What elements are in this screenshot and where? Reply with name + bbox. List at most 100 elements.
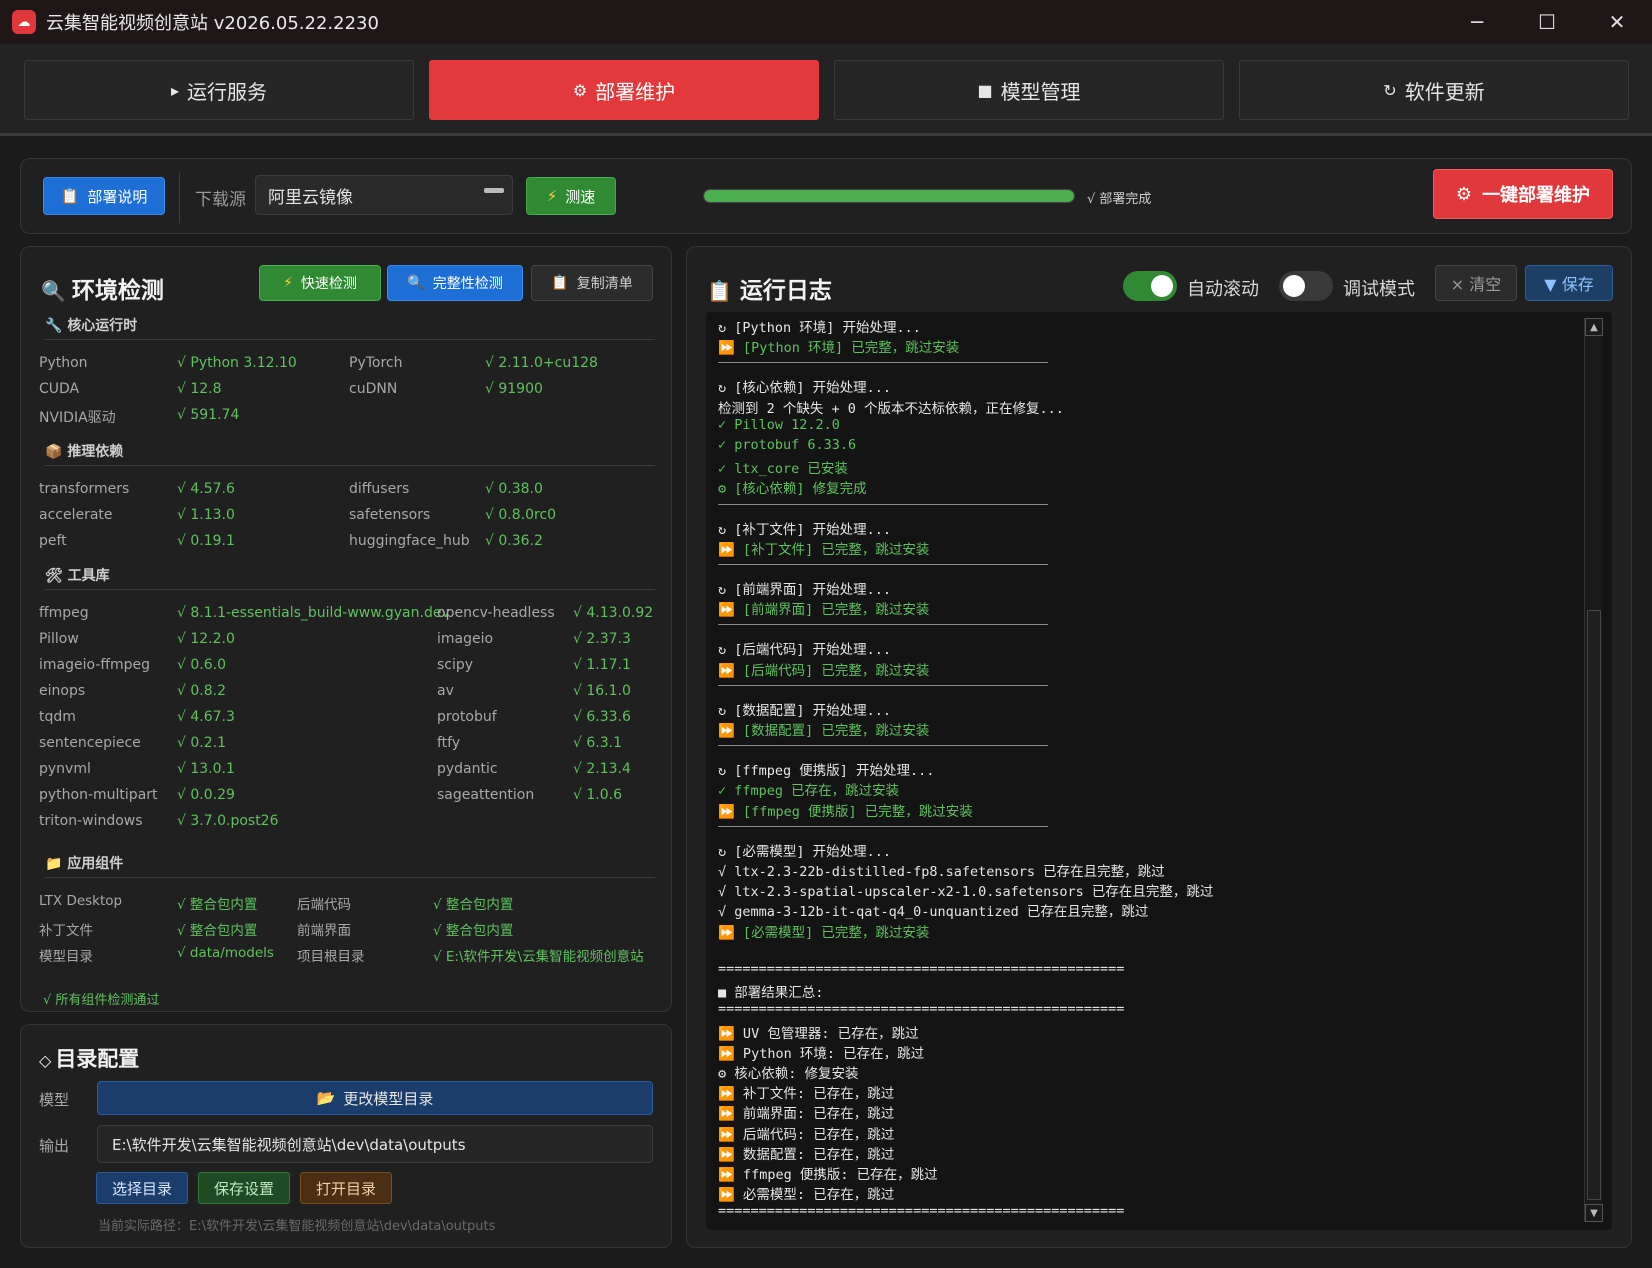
package-name: Python: [39, 355, 88, 371]
package-status: √ 6.3.1: [573, 735, 622, 751]
package-status: √ 2.37.3: [573, 631, 631, 647]
scroll-thumb[interactable]: [1587, 610, 1601, 1200]
package-name: python-multipart: [39, 787, 158, 803]
log-line: ↻ [补丁文件] 开始处理...: [718, 521, 892, 538]
package-status: √ 0.0.29: [177, 787, 235, 803]
copy-list-button[interactable]: 📋 复制清单: [531, 265, 653, 301]
minimize-button[interactable]: ─: [1442, 0, 1512, 44]
gear-icon: ⚙: [1455, 183, 1473, 205]
tab-label: 模型管理: [1000, 79, 1081, 104]
log-separator: [718, 825, 1048, 827]
magnifier-icon: 🔍: [407, 275, 425, 291]
package-status: √ 12.2.0: [177, 631, 235, 647]
log-line: ⏩ ffmpeg 便携版: 已存在，跳过: [718, 1167, 938, 1183]
log-separator: [718, 503, 1048, 505]
log-line: ↻ [必需模型] 开始处理...: [718, 843, 892, 860]
choose-dir-button[interactable]: 选择目录: [96, 1172, 188, 1204]
button-label: 一键部署维护: [1482, 185, 1591, 206]
package-status: √ 整合包内置: [433, 897, 514, 913]
log-line: ========================================…: [718, 1203, 1125, 1220]
debug-mode-toggle[interactable]: [1279, 271, 1333, 301]
log-scrollbar[interactable]: ▲ ▼: [1584, 318, 1603, 1222]
magnifier-icon: 🔍: [41, 279, 66, 303]
scroll-down-icon[interactable]: ▼: [1585, 1204, 1603, 1222]
deploy-guide-button[interactable]: 📋 部署说明: [43, 177, 165, 215]
close-button[interactable]: ✕: [1582, 0, 1652, 44]
save-log-button[interactable]: ▼ 保存: [1525, 265, 1613, 301]
log-line: ⏩ 后端代码: 已存在，跳过: [718, 1126, 895, 1143]
auto-scroll-label: 自动滚动: [1187, 279, 1259, 300]
package-name: peft: [39, 533, 67, 549]
package-icon: 📦: [45, 444, 68, 460]
maximize-button[interactable]: ☐: [1512, 0, 1582, 44]
package-name: PyTorch: [349, 355, 403, 371]
log-line: ⏩ [必需模型] 已完整，跳过安装: [718, 924, 930, 941]
package-status: √ 整合包内置: [433, 923, 514, 939]
deploy-status-text: √ 部署完成: [1087, 192, 1152, 207]
package-status: √ 0.19.1: [177, 533, 235, 549]
refresh-icon: ↻: [1383, 80, 1397, 100]
package-status: √ 0.8.2: [177, 683, 226, 699]
tab-deploy[interactable]: ⚙ 部署维护: [429, 60, 819, 120]
full-check-button[interactable]: 🔍 完整性检测: [387, 265, 523, 301]
log-line: √ gemma-3-12b-it-qat-q4_0-unquantized 已存…: [718, 904, 1149, 921]
log-separator: [718, 564, 1048, 565]
save-settings-button[interactable]: 保存设置: [198, 1172, 290, 1204]
package-name: huggingface_hub: [349, 533, 470, 549]
package-name: opencv-headless: [437, 605, 555, 621]
clipboard-icon: 📋: [551, 275, 569, 291]
log-line: ⏩ 数据配置: 已存在，跳过: [718, 1146, 895, 1163]
log-line: ⏩ 必需模型: 已存在，跳过: [718, 1187, 895, 1204]
package-name: sageattention: [437, 787, 535, 803]
package-status: √ 2.11.0+cu128: [485, 355, 598, 371]
log-output[interactable]: ↻ [Python 环境] 开始处理... ⏩ [Python 环境] 已完整，跳…: [706, 312, 1612, 1230]
play-icon: ▸: [170, 80, 180, 100]
package-name: tqdm: [39, 709, 76, 725]
tab-models[interactable]: ■ 模型管理: [834, 60, 1224, 120]
scroll-up-icon[interactable]: ▲: [1585, 318, 1603, 336]
button-label: 完整性检测: [432, 276, 503, 292]
download-source-select[interactable]: 阿里云镜像: [255, 175, 513, 215]
package-name: accelerate: [39, 507, 113, 523]
output-dir-field[interactable]: E:\软件开发\云集智能视频创意站\dev\data\outputs: [97, 1125, 653, 1163]
clear-log-button[interactable]: × 清空: [1435, 265, 1517, 301]
package-name: diffusers: [349, 481, 410, 497]
open-dir-button[interactable]: 打开目录: [300, 1172, 392, 1204]
log-line: ========================================…: [718, 1001, 1125, 1018]
tab-update[interactable]: ↻ 软件更新: [1239, 60, 1629, 120]
output-dir-label: 输出: [39, 1137, 70, 1155]
folder-icon: 📂: [316, 1089, 336, 1107]
log-separator: [718, 624, 1048, 626]
package-name: 后端代码: [297, 897, 351, 913]
package-name: imageio: [437, 631, 494, 647]
tab-run-service[interactable]: ▸ 运行服务: [24, 60, 414, 120]
gear-icon: ⚙: [572, 80, 588, 100]
speedtest-button[interactable]: ⚡ 测速: [526, 177, 616, 215]
log-line: ⏩ [补丁文件] 已完整，跳过安装: [718, 541, 930, 558]
auto-scroll-toggle[interactable]: [1123, 271, 1177, 301]
quick-check-button[interactable]: ⚡ 快速检测: [259, 265, 381, 301]
package-name: LTX Desktop: [39, 893, 123, 909]
log-line: 检测到 2 个缺失 + 0 个版本不达标依赖，正在修复...: [718, 400, 1064, 417]
divider: [45, 589, 655, 590]
log-line: ========================================…: [718, 961, 1125, 977]
one-click-deploy-button[interactable]: ⚙ 一键部署维护: [1433, 169, 1613, 219]
log-line: ⚙ [核心依赖] 修复完成: [718, 481, 867, 498]
package-status: √ 12.8: [177, 381, 222, 397]
clipboard-icon: 📋: [60, 187, 80, 205]
button-label: 部署说明: [87, 187, 148, 206]
wrench-icon: 🔧: [45, 318, 68, 334]
package-status: √ 4.67.3: [177, 709, 235, 725]
change-model-dir-button[interactable]: 📂 更改模型目录: [97, 1081, 653, 1115]
package-name: 项目根目录: [297, 949, 365, 965]
log-separator: [718, 745, 1048, 747]
package-name: ffmpeg: [39, 605, 89, 621]
diamond-icon: ◇: [39, 1051, 52, 1070]
log-line: ↻ [数据配置] 开始处理...: [718, 702, 892, 719]
debug-mode-label: 调试模式: [1343, 279, 1415, 300]
package-name: pynvml: [39, 761, 91, 777]
package-name: einops: [39, 683, 86, 699]
package-name: Pillow: [39, 631, 79, 647]
deploy-progress-bar: [703, 189, 1075, 203]
package-status: √ Python 3.12.10: [177, 355, 297, 371]
